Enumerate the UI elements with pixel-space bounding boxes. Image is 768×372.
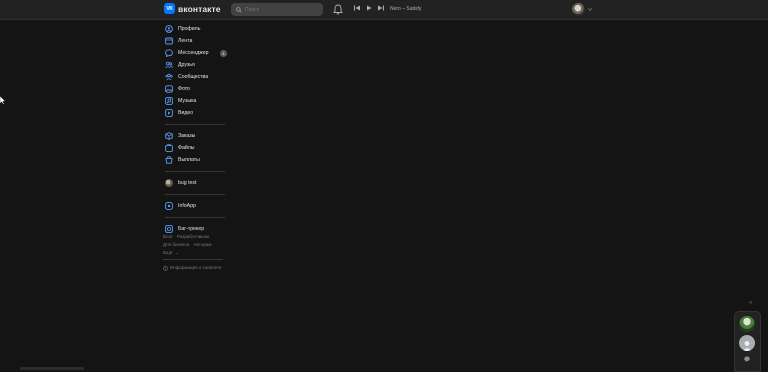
play-icon[interactable] [366,5,372,11]
vk-logo-icon: VK [164,3,175,14]
sidebar-item-label: Фото [178,86,190,92]
search-icon [236,6,242,13]
profile-avatar[interactable] [572,3,585,16]
footer-link[interactable]: Авторам [194,242,212,247]
sidebar-item-newsfeed[interactable]: Лента [163,35,227,47]
left-sidebar: Профиль Лента Мессенджер 1 Друзья Сообщества Ф… [163,23,227,235]
sidebar-item-label: Друзья [178,62,195,68]
video-icon [165,109,173,117]
sidebar-item-music[interactable]: Музыка [163,95,227,107]
sidebar-item-label: Лента [178,38,193,44]
sidebar-item-message[interactable]: Мессенджер 1 [163,47,227,59]
footer-link[interactable]: Блог [163,234,173,239]
sidebar-item-friends[interactable]: Друзья [163,59,227,71]
sidebar-item-label: Файлы [178,145,195,151]
sidebar-divider [165,124,225,125]
sidebar-item-label: Мессенджер [178,50,209,56]
friends-icon [165,61,173,69]
sidebar-item-label: Выплаты [178,157,200,163]
sidebar-item-bug-test[interactable]: bug test [163,177,227,189]
sidebar-item-wallet[interactable]: Выплаты [163,154,227,166]
sidebar-item-label: Профиль [178,26,201,32]
snippet-info-label: Информация о сниппете [170,265,222,270]
unread-count-badge: 1 [220,49,227,57]
footer-link[interactable]: Разработчикам [177,234,209,239]
vk-logo[interactable]: VK вконтакте [164,3,221,14]
chat-widget [734,311,761,372]
chevron-down-icon[interactable]: ⌄ [175,250,179,255]
chevron-down-icon[interactable] [588,8,592,11]
bug-icon [165,225,173,233]
music-icon [165,97,173,105]
audio-player-controls [354,5,384,11]
sidebar-item-user-circle[interactable]: Профиль [163,23,227,35]
collapse-chats-icon[interactable]: « [749,300,752,306]
next-track-icon[interactable] [378,5,384,11]
sidebar-divider [165,194,225,195]
app-icon [165,202,173,210]
files-icon [165,144,173,152]
brand-name: вконтакте [178,3,221,14]
sidebar-item-communities[interactable]: Сообщества [163,71,227,83]
sidebar-item-label: InfoApp [178,203,196,209]
chat-avatar-default[interactable] [739,335,755,351]
wallet-icon [165,156,173,164]
photo-icon [165,85,173,93]
user-circle-icon [165,25,173,33]
sidebar-divider [165,217,225,218]
sidebar-item-label: Видео [178,110,194,116]
sidebar-item-label: Заказы [178,133,196,139]
sidebar-item-infoapp[interactable]: InfoApp [163,200,227,212]
sidebar-item-label: Сообщества [178,74,209,80]
info-icon [163,265,168,271]
newsfeed-icon [165,37,173,45]
footer-link[interactable]: Для бизнеса [163,242,189,247]
previous-track-icon[interactable] [354,5,360,11]
search-box[interactable] [231,3,323,16]
sidebar-item-label: bug test [178,180,197,186]
message-icon [165,49,173,57]
user-silhouette-icon [742,341,752,351]
mouse-cursor-icon [0,96,6,105]
sidebar-footer: Блог Разработчикам Для бизнеса Авторам Е… [163,233,233,272]
snippet-info-link[interactable]: Информация о сниппете [163,264,233,272]
sidebar-item-label: Баг-трекер [178,226,205,232]
chat-avatar[interactable] [739,316,755,332]
sidebar-item-label: Музыка [178,98,197,104]
app-avatar-icon [165,179,173,187]
sidebar-item-box[interactable]: Заказы [163,130,227,142]
sidebar-divider [165,171,225,172]
sidebar-item-photo[interactable]: Фото [163,83,227,95]
chat-bubble-icon[interactable] [744,356,750,362]
top-bar: VK вконтакте Nero – Satisfy [0,0,768,20]
communities-icon [165,73,173,81]
box-icon [165,132,173,140]
footer-divider [163,259,223,260]
search-input[interactable] [245,6,315,13]
notifications-bell-icon[interactable] [333,4,343,15]
now-playing-track[interactable]: Nero – Satisfy [390,6,421,12]
sidebar-item-files[interactable]: Файлы [163,142,227,154]
sidebar-item-video[interactable]: Видео [163,107,227,119]
footer-more-link[interactable]: Ещё [163,250,172,255]
